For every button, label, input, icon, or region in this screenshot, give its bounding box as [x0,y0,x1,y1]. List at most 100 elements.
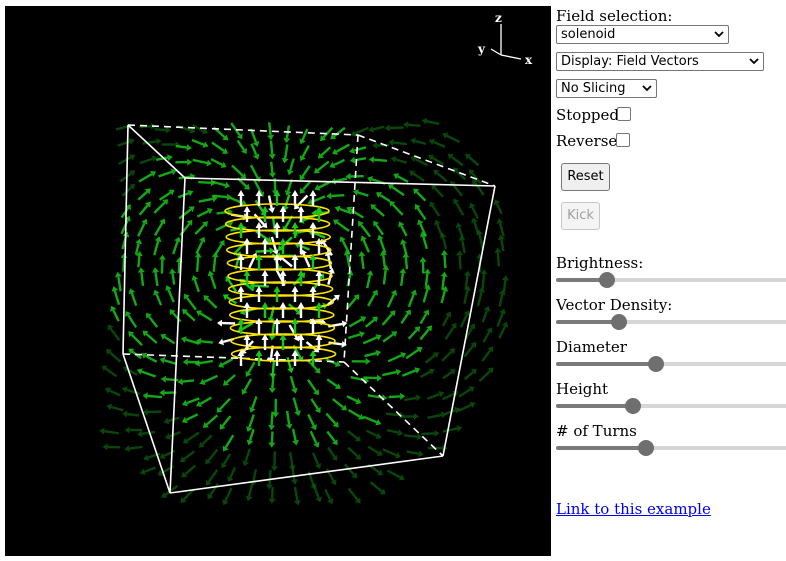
range-slider[interactable] [556,440,786,456]
field-vector-head [268,442,276,448]
field-vector-head [124,426,130,434]
field-vector-head [397,429,404,437]
field-vector [444,326,455,340]
field-vector [441,237,448,250]
display-select[interactable]: Display: Field Vectors [556,52,764,71]
field-vector [419,370,431,379]
reverse-checkbox[interactable] [616,133,630,147]
field-vector [198,197,213,203]
field-vector [364,352,377,358]
field-vector [440,290,446,304]
field-vector [406,450,420,455]
field-vector-head [440,271,448,277]
field-vector [444,409,456,416]
field-vector-head [292,439,299,446]
field-vector [309,430,318,444]
range-slider[interactable] [556,314,786,330]
field-vector [386,428,399,434]
field-vector [105,367,118,378]
field-vector [163,449,176,457]
field-vector-head [417,433,423,441]
field-vector [455,202,465,216]
field-vector [253,179,263,194]
slicing-select[interactable]: No Slicing [556,79,657,98]
field-vector [464,275,469,290]
field-vector-head [156,137,162,145]
slider-thumb[interactable] [638,440,654,456]
field-vector [400,312,409,325]
kick-button[interactable]: Kick [561,202,600,230]
field-vector [357,191,369,197]
slider-thumb[interactable] [599,272,615,288]
field-select-value: solenoid [561,27,616,42]
field-vector [185,413,199,421]
field-scene[interactable]: z y x [5,6,551,556]
field-vector [199,312,213,322]
field-vector [283,144,289,159]
field-vector-head [384,124,390,132]
slider-thumb[interactable] [625,398,641,414]
field-vector [324,488,332,501]
stopped-checkbox[interactable] [617,107,631,121]
field-vector [252,468,258,482]
field-vector [119,172,132,183]
field-vector [382,333,394,343]
field-vector [386,293,396,308]
field-vector-head [368,126,374,133]
field-vector [247,361,256,374]
slider-thumb[interactable] [648,356,664,372]
field-vector [267,195,273,209]
field-vector [433,186,444,198]
field-vector [348,318,363,328]
field-vector [478,234,484,250]
field-vector [186,296,197,311]
field-vector [192,158,208,165]
field-vector [458,255,462,270]
field-vector-head [142,392,148,400]
range-slider[interactable] [556,356,786,372]
field-vector-head [403,121,409,129]
field-vector [127,314,138,329]
range-slider[interactable] [556,398,786,414]
field-vector [373,206,385,217]
field-vector-head [366,270,374,276]
range-slider[interactable] [556,272,786,288]
field-vector [366,274,372,289]
field-vector [269,140,274,155]
field-vector [199,396,213,405]
field-vector [301,165,311,178]
field-vector [326,378,338,387]
field-vector [400,225,408,237]
field-vector [346,297,357,310]
field-vector [335,143,350,153]
field-vector [160,259,164,274]
field-vector [381,313,394,326]
field-vector [250,143,258,156]
field-vector [201,434,213,446]
field-vector [209,274,217,290]
field-3d-view[interactable]: z y x [5,6,551,556]
slicing-select-value: No Slicing [561,81,626,96]
slider-thumb[interactable] [611,314,627,330]
field-vector-head [102,443,108,451]
stopped-label: Stopped: [556,106,625,124]
field-vector [331,194,345,198]
field-vector [110,405,124,412]
link-to-example[interactable]: Link to this example [556,500,711,518]
core-vector-head [297,238,305,244]
field-vector [178,208,192,220]
field-vector [419,313,428,325]
field-vector [459,314,468,328]
field-vector [481,274,486,289]
field-select[interactable]: solenoid [556,25,729,44]
field-vector [130,292,138,307]
field-vector [400,272,404,286]
core-vector-head [291,190,299,196]
core-vector-head [237,190,245,196]
core-vector-head [237,222,245,228]
field-vector [147,394,163,399]
field-vector [433,140,446,148]
field-vector-head [372,141,378,149]
reset-button[interactable]: Reset [561,163,610,191]
field-vector [225,374,236,384]
